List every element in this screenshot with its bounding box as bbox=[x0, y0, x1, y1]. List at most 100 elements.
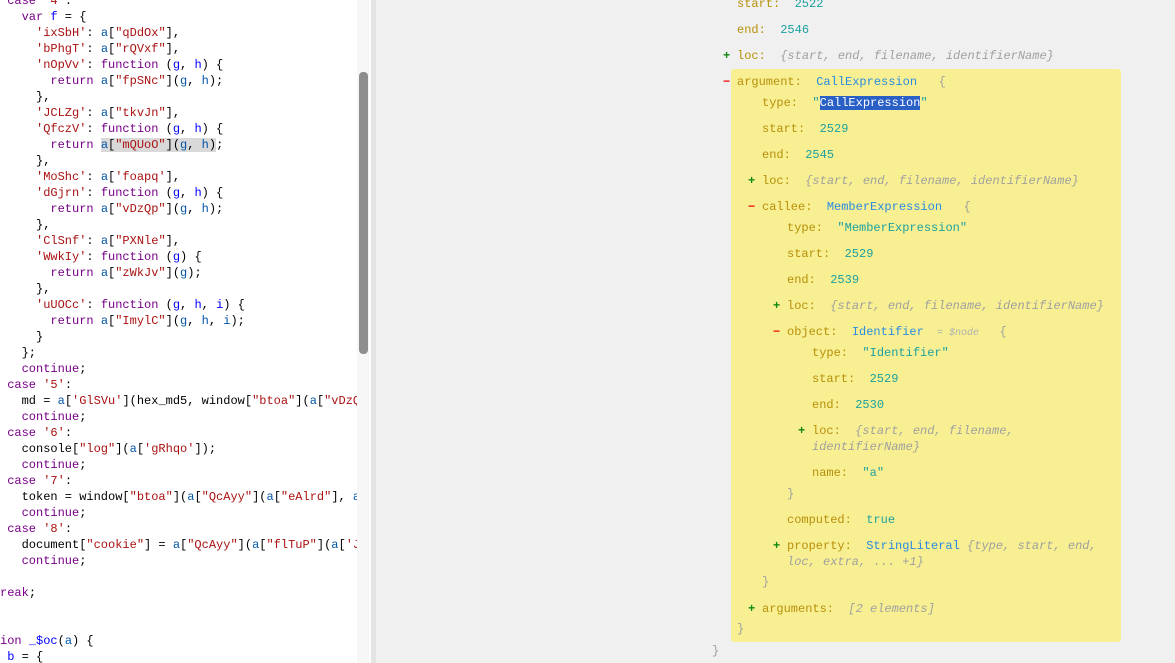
code-line: var f = { bbox=[22, 9, 87, 25]
code-token: case bbox=[7, 474, 36, 488]
code-token: continue bbox=[21, 554, 80, 568]
code-line: case '8': bbox=[7, 521, 72, 537]
code-token: case bbox=[7, 378, 36, 392]
collapse-icon[interactable]: − bbox=[723, 74, 730, 90]
property-value: true bbox=[866, 513, 896, 527]
code-editor[interactable]: case '4': var f = {'ixSbH': a["qDdOx"],'b… bbox=[0, 0, 371, 663]
collapsed-summary[interactable]: [2 elements] bbox=[848, 602, 934, 616]
code-line: console["log"](a['gRhqo']); bbox=[22, 441, 216, 457]
expand-icon[interactable]: + bbox=[773, 538, 780, 554]
code-token: ); bbox=[208, 202, 224, 216]
collapsed-summary[interactable]: {start, end, filename, identifierName} bbox=[805, 174, 1079, 188]
code-token: g bbox=[172, 186, 181, 200]
code-token: = { bbox=[14, 650, 44, 663]
tree-row-start: start: 2529 bbox=[787, 246, 873, 262]
code-token: continue bbox=[21, 458, 80, 472]
code-token: ( bbox=[57, 634, 65, 648]
code-line: 'uUOCc': function (g, h, i) { bbox=[36, 297, 245, 313]
code-token: ; bbox=[79, 554, 87, 568]
tree-row-arguments[interactable]: + arguments: [2 elements] bbox=[748, 601, 935, 617]
tree-row-property[interactable]: + property: StringLiteral {type, start, e… bbox=[773, 538, 1097, 554]
quote: " bbox=[812, 96, 820, 110]
expand-icon[interactable]: + bbox=[748, 173, 755, 189]
code-token: ]( bbox=[252, 490, 267, 504]
collapse-icon[interactable]: − bbox=[748, 199, 755, 215]
code-token: [ bbox=[316, 394, 325, 408]
code-token: ( bbox=[158, 58, 173, 72]
tree-row-loc[interactable]: + loc: {start, end, filename, bbox=[798, 423, 1014, 439]
code-token: , bbox=[187, 202, 202, 216]
collapsed-summary[interactable]: {type, start, end, bbox=[967, 539, 1097, 553]
code-token: : bbox=[86, 42, 101, 56]
collapse-icon[interactable]: − bbox=[773, 324, 780, 340]
code-token: }, bbox=[36, 218, 51, 232]
property-key: loc: bbox=[737, 49, 781, 63]
collapsed-summary[interactable]: {start, end, filename, identifierName} bbox=[780, 49, 1054, 63]
code-token: function bbox=[100, 250, 159, 264]
code-line: 'ClSnf': a["PXNle"], bbox=[36, 233, 180, 249]
code-line: 'nOpVv': function (g, h) { bbox=[36, 57, 223, 73]
editor-scrollbar-thumb[interactable] bbox=[359, 72, 368, 354]
code-line: 'ixSbH': a["qDdOx"], bbox=[36, 25, 180, 41]
code-token: continue bbox=[21, 410, 80, 424]
closing-brace: } bbox=[737, 621, 744, 637]
code-token: '8' bbox=[43, 522, 65, 536]
tree-row-type: type: "CallExpression" bbox=[762, 95, 928, 111]
property-value: "Identifier" bbox=[862, 346, 949, 360]
code-token: 'JCLZg' bbox=[36, 106, 87, 120]
collapsed-summary[interactable]: {start, end, filename, identifierName} bbox=[830, 299, 1104, 313]
tree-row-loc[interactable]: + loc: {start, end, filename, identifierN… bbox=[748, 173, 1079, 189]
code-token: return bbox=[50, 266, 94, 280]
expand-icon[interactable]: + bbox=[723, 48, 730, 64]
collapsed-summary[interactable]: identifierName} bbox=[812, 440, 920, 454]
code-token: : bbox=[64, 0, 73, 8]
tree-row-object[interactable]: − object: Identifier = $node { bbox=[773, 324, 1007, 342]
code-token: ], bbox=[165, 106, 181, 120]
code-token: ]( bbox=[165, 74, 181, 88]
code-token: , bbox=[180, 298, 195, 312]
property-value: 2529 bbox=[819, 122, 849, 136]
brace: { bbox=[949, 200, 971, 214]
code-token: h bbox=[201, 74, 209, 88]
code-token: : bbox=[86, 106, 101, 120]
collapsed-summary[interactable]: {start, end, filename, bbox=[855, 424, 1013, 438]
code-line: 'dGjrn': function (g, h) { bbox=[36, 185, 223, 201]
code-token: a bbox=[64, 634, 73, 648]
collapsed-summary[interactable]: loc, extra, ... +1} bbox=[787, 555, 924, 569]
code-token: h bbox=[201, 314, 209, 328]
property-key: name: bbox=[812, 466, 863, 480]
code-token: : bbox=[64, 426, 73, 440]
tree-row-loc[interactable]: + loc: {start, end, filename, identifierN… bbox=[773, 298, 1104, 314]
property-value: 2545 bbox=[805, 148, 835, 162]
code-token: : bbox=[86, 122, 101, 136]
code-line: reak; bbox=[0, 585, 36, 601]
code-token: '5' bbox=[43, 378, 65, 392]
code-token: "rQVxf" bbox=[115, 42, 166, 56]
tree-row-argument[interactable]: − argument: CallExpression { bbox=[723, 74, 946, 90]
code-token: "QcAyy" bbox=[201, 490, 253, 504]
code-token: g bbox=[172, 298, 181, 312]
code-token: g bbox=[172, 58, 181, 72]
code-token: g bbox=[172, 122, 181, 136]
code-line: }, bbox=[36, 281, 50, 297]
expand-icon[interactable]: + bbox=[798, 423, 805, 439]
node-type: StringLiteral bbox=[866, 539, 968, 553]
node-type: MemberExpression bbox=[826, 200, 950, 214]
expand-icon[interactable]: + bbox=[773, 298, 780, 314]
tree-row-callee[interactable]: − callee: MemberExpression { bbox=[748, 199, 971, 215]
code-token: reak bbox=[0, 586, 29, 600]
code-token: a bbox=[309, 394, 317, 408]
code-token: ( bbox=[158, 250, 173, 264]
code-token: ]( bbox=[295, 394, 310, 408]
code-line: case '4': bbox=[7, 0, 72, 9]
tree-row-loc[interactable]: + loc: {start, end, filename, identifierN… bbox=[723, 48, 1054, 64]
tree-row-type: type: "Identifier" bbox=[812, 345, 949, 361]
code-token: : bbox=[86, 250, 101, 264]
code-token: ]( bbox=[165, 202, 181, 216]
code-line: 'WwkIy': function (g) { bbox=[36, 249, 202, 265]
selected-text[interactable]: CallExpression bbox=[819, 96, 921, 110]
code-token: "QcAyy" bbox=[187, 538, 238, 552]
expand-icon[interactable]: + bbox=[748, 601, 755, 617]
code-token: a bbox=[100, 314, 109, 328]
code-token: 'GlSVu' bbox=[72, 394, 123, 408]
